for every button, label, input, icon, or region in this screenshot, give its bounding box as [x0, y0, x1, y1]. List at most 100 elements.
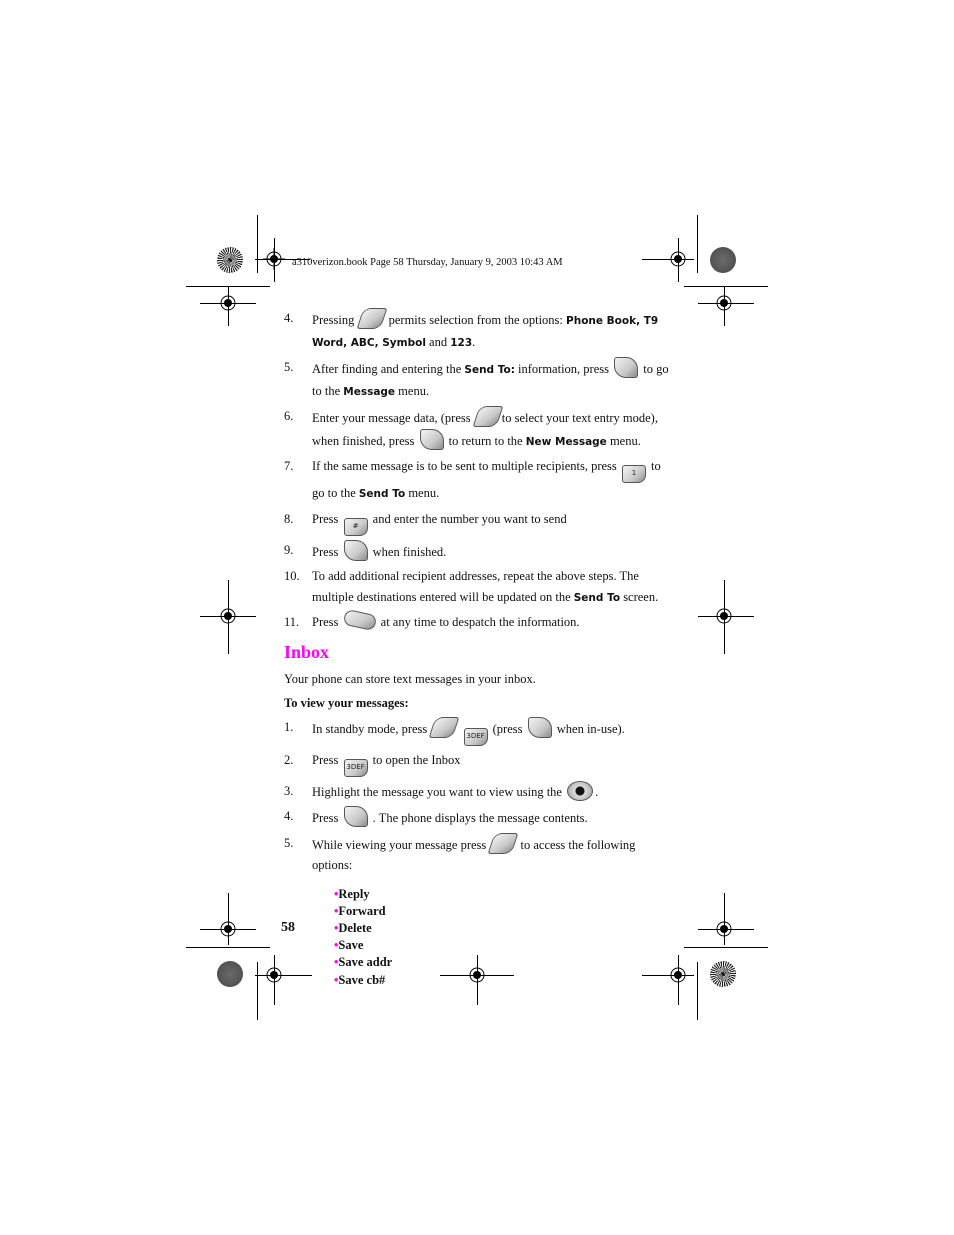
step-number: 4.	[284, 809, 294, 823]
send-key-icon	[342, 608, 377, 632]
crop-mark	[228, 580, 229, 654]
option-label: Reply	[338, 886, 370, 901]
list-item: 5. While viewing your message press to a…	[284, 832, 669, 876]
option-item: •Save addr	[334, 954, 669, 971]
color-bar-gray-icon	[217, 961, 243, 987]
crop-mark	[684, 947, 768, 948]
list-item: 9. Press when finished.	[284, 539, 669, 563]
crop-mark	[274, 955, 275, 1005]
step-text: Pressing	[312, 313, 355, 327]
option-label: Delete	[338, 920, 372, 935]
crop-mark	[186, 947, 270, 948]
crop-mark	[678, 238, 679, 282]
ok-key-icon	[419, 428, 444, 450]
step-text: In standby mode, press	[312, 721, 428, 736]
option-label: Save	[338, 938, 364, 953]
menu-key-icon	[428, 716, 460, 738]
step-number: 5.	[284, 835, 294, 850]
ui-term: 123	[450, 336, 473, 349]
step-text: Enter your message data, (press	[312, 411, 471, 425]
step-text: .	[595, 784, 599, 799]
step-text: menu.	[609, 433, 641, 448]
option-item: •Save cb#	[334, 972, 669, 989]
step-number: 5.	[284, 360, 294, 374]
step-text: Press	[312, 511, 339, 526]
step-number: 8.	[284, 511, 294, 526]
step-text: to open the Inbox	[372, 752, 461, 767]
step-text: permits selection from the options:	[388, 313, 563, 327]
list-item: 4. Press . The phone displays the messag…	[284, 806, 669, 829]
menu-key-icon	[356, 308, 387, 329]
ok-key-icon	[614, 357, 639, 378]
menu-key-icon	[487, 832, 519, 854]
step-text: menu.	[408, 486, 440, 500]
step-number: 7.	[284, 459, 294, 473]
crop-mark	[724, 893, 725, 945]
option-item: •Save	[334, 937, 669, 954]
list-item: 10. To add additional recipient addresse…	[284, 566, 669, 608]
3-key-icon: 3DEF	[343, 758, 368, 777]
step-text: Press	[312, 752, 339, 767]
step-text: at any time to despatch the information.	[380, 615, 580, 629]
crop-mark	[678, 955, 679, 1005]
crop-mark	[724, 286, 725, 326]
crop-mark	[274, 238, 275, 282]
1-key-icon: 1	[621, 465, 646, 483]
color-bar-radial-icon	[217, 247, 243, 273]
option-item: •Delete	[334, 920, 669, 937]
step-text: Press	[312, 615, 339, 629]
crop-mark	[257, 962, 258, 1020]
option-label: Save addr	[338, 955, 393, 970]
crop-mark	[642, 259, 694, 260]
list-item: 4. Pressing permits selection from the o…	[284, 308, 669, 353]
inbox-subheading: To view your messages:	[284, 695, 409, 710]
ui-term: Message	[343, 385, 396, 398]
step-text: (press	[492, 721, 523, 736]
step-number: 1.	[284, 719, 294, 734]
menu-key-icon	[472, 406, 504, 427]
crop-mark	[684, 286, 768, 287]
step-text: Press	[312, 544, 339, 559]
option-item: •Forward	[334, 903, 669, 920]
section-title-inbox: Inbox	[284, 641, 330, 662]
option-label: Save cb#	[338, 972, 386, 987]
page-content: 4. Pressing permits selection from the o…	[284, 308, 669, 989]
crop-mark	[724, 580, 725, 654]
list-item: 8. Press # and enter the number you want…	[284, 509, 669, 536]
option-item: •Reply	[334, 886, 669, 903]
page-number: 58	[281, 920, 295, 935]
step-text: . The phone displays the message content…	[372, 811, 588, 825]
step-number: 4.	[284, 311, 294, 325]
crop-mark	[228, 286, 229, 326]
list-item: 1. In standby mode, press 3DEF (press wh…	[284, 716, 669, 746]
step-number: 3.	[284, 783, 294, 798]
step-text: and	[429, 334, 448, 349]
list-item: 2. Press 3DEF to open the Inbox	[284, 750, 669, 777]
list-item: 6. Enter your message data, (press to se…	[284, 406, 669, 452]
step-text: After finding and entering the	[312, 362, 462, 376]
options-list: •Reply •Forward •Delete •Save •Save addr…	[334, 886, 669, 989]
ok-key-icon	[343, 539, 368, 561]
step-text: Highlight the message you want to view u…	[312, 784, 562, 799]
step-number: 11.	[284, 615, 300, 629]
step-text: menu.	[398, 383, 430, 398]
step-number: 9.	[284, 542, 294, 557]
crop-mark	[698, 929, 754, 930]
ok-key-icon	[527, 716, 552, 738]
hash-key-icon: #	[343, 517, 368, 536]
inbox-intro: Your phone can store text messages in yo…	[284, 671, 536, 686]
step-text: While viewing your message press	[312, 837, 487, 852]
ui-term: Send To	[358, 488, 406, 500]
list-item: 3. Highlight the message you want to vie…	[284, 780, 669, 803]
crop-mark	[697, 215, 698, 273]
color-bar-gray-icon	[710, 247, 736, 273]
step-text: when finished.	[372, 544, 447, 559]
crop-mark	[698, 616, 754, 617]
nav-key-icon	[567, 780, 594, 801]
crop-mark	[698, 303, 754, 304]
step-text: screen.	[623, 589, 659, 604]
step-text: Press	[312, 811, 339, 825]
step-text: and enter the number you want to send	[372, 511, 567, 526]
step-text: when in-use).	[556, 721, 625, 736]
step-number: 2.	[284, 752, 294, 767]
